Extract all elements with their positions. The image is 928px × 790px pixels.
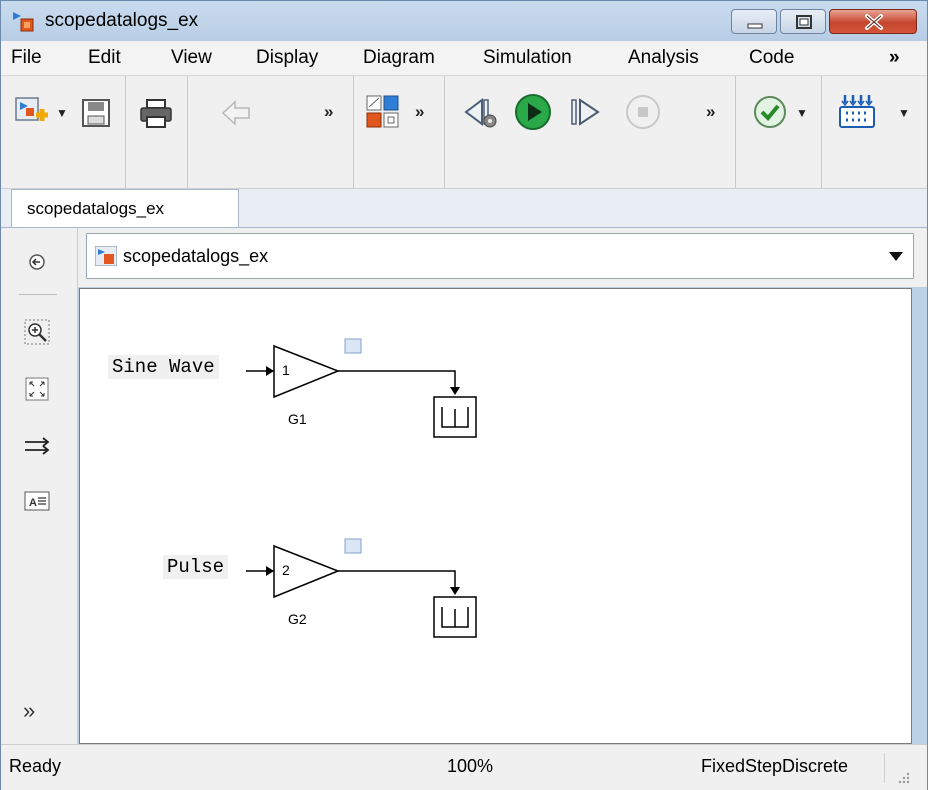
logging-badge-icon xyxy=(344,538,362,554)
gain-value-g1: 1 xyxy=(282,362,290,378)
check-icon[interactable] xyxy=(753,95,787,129)
hide-explorer-icon[interactable] xyxy=(23,248,51,276)
left-palette: A » xyxy=(1,228,77,744)
block-name-g1[interactable]: G1 xyxy=(288,411,307,427)
menu-display[interactable]: Display xyxy=(256,47,318,69)
close-icon xyxy=(865,14,883,30)
signal-line-g1[interactable] xyxy=(338,370,456,391)
menu-overflow-chevron[interactable]: » xyxy=(889,47,900,69)
menu-view[interactable]: View xyxy=(171,47,212,69)
hide-signals-icon[interactable] xyxy=(23,432,51,460)
logging-badge-icon xyxy=(344,338,362,354)
menu-diagram[interactable]: Diagram xyxy=(363,47,435,69)
fit-to-view-icon[interactable] xyxy=(23,375,51,403)
simulink-model-icon xyxy=(13,12,34,32)
restore-button[interactable] xyxy=(780,9,826,34)
tab-strip: scopedatalogs_ex xyxy=(1,189,927,228)
tab-label: scopedatalogs_ex xyxy=(27,199,165,218)
model-path-combo[interactable]: scopedatalogs_ex xyxy=(86,233,914,279)
build-dropdown-arrow[interactable]: ▼ xyxy=(898,106,910,120)
menu-analysis[interactable]: Analysis xyxy=(628,47,699,69)
source-label-pulse[interactable]: Pulse xyxy=(163,555,229,579)
back-arrow-icon[interactable] xyxy=(219,98,253,128)
menu-code[interactable]: Code xyxy=(749,47,794,69)
toolbar: ▼ » » » ▼ ▼ xyxy=(1,76,927,189)
toolbar-overflow-chevron-1[interactable]: » xyxy=(324,102,333,122)
restore-icon xyxy=(796,15,812,29)
gain-value-g2: 2 xyxy=(282,562,290,578)
build-icon[interactable] xyxy=(837,93,877,131)
menu-bar: File Edit View Display Diagram Simulatio… xyxy=(1,41,927,76)
toolbar-overflow-chevron-3[interactable]: » xyxy=(706,102,715,122)
step-back-icon[interactable] xyxy=(462,94,498,130)
model-browser-bar: scopedatalogs_ex xyxy=(78,228,927,287)
minimize-icon xyxy=(747,23,763,29)
simulink-window: scopedatalogs_ex File Edit View Display … xyxy=(0,0,928,790)
diagram-canvas[interactable]: Sine Wave 1 G1 Pulse 2 G2 xyxy=(79,288,912,744)
menu-file[interactable]: File xyxy=(11,47,42,69)
save-icon[interactable] xyxy=(80,97,112,129)
resize-grip-icon[interactable] xyxy=(897,771,911,785)
step-forward-icon[interactable] xyxy=(567,94,603,130)
title-bar: scopedatalogs_ex xyxy=(1,1,927,41)
source-label-sine-wave[interactable]: Sine Wave xyxy=(108,355,219,379)
zoom-in-icon[interactable] xyxy=(23,318,51,346)
window-title: scopedatalogs_ex xyxy=(45,10,199,31)
status-zoom: 100% xyxy=(447,756,494,776)
toolbar-overflow-chevron-2[interactable]: » xyxy=(415,102,424,122)
check-dropdown-arrow[interactable]: ▼ xyxy=(796,106,808,120)
run-icon[interactable] xyxy=(514,93,552,131)
chevron-down-icon[interactable] xyxy=(889,252,903,261)
close-button[interactable] xyxy=(829,9,917,34)
menu-simulation[interactable]: Simulation xyxy=(483,47,572,69)
block-name-g2[interactable]: G2 xyxy=(288,611,307,627)
new-model-dropdown-arrow[interactable]: ▼ xyxy=(56,106,68,120)
minimize-button[interactable] xyxy=(731,9,777,34)
library-browser-icon[interactable] xyxy=(365,94,401,130)
status-bar: Ready 100% FixedStepDiscrete xyxy=(1,744,927,790)
palette-overflow-chevron[interactable]: » xyxy=(23,698,35,724)
status-state: Ready xyxy=(9,756,62,776)
svg-text:A: A xyxy=(29,497,37,509)
status-solver: FixedStepDiscrete xyxy=(701,756,849,776)
stop-icon[interactable] xyxy=(625,94,661,130)
signal-line-g2[interactable] xyxy=(338,570,456,591)
print-icon[interactable] xyxy=(139,97,173,129)
model-path: scopedatalogs_ex xyxy=(123,246,269,266)
palette-divider xyxy=(19,294,57,295)
new-model-icon[interactable] xyxy=(14,95,50,131)
tab-model[interactable]: scopedatalogs_ex xyxy=(11,189,239,227)
menu-edit[interactable]: Edit xyxy=(88,47,121,69)
simulink-model-icon xyxy=(95,246,117,266)
annotation-icon[interactable]: A xyxy=(23,487,51,515)
